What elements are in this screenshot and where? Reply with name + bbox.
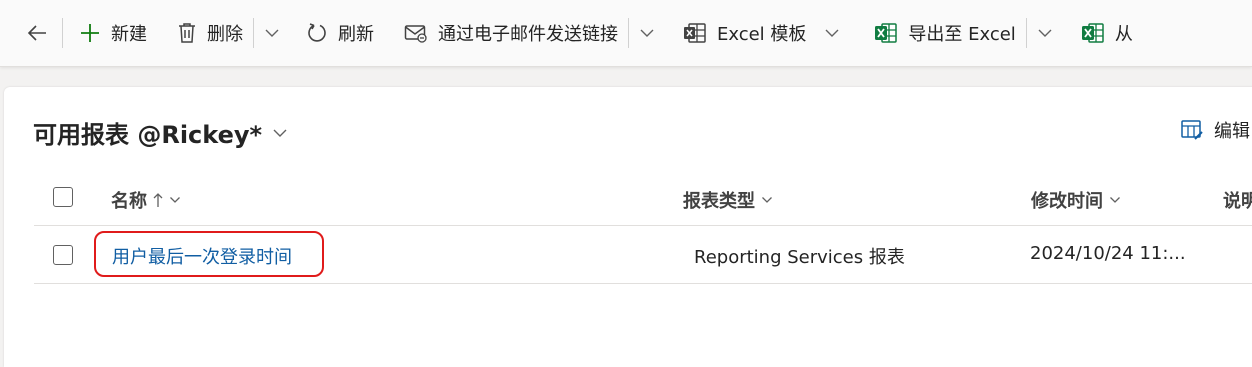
more-export-options-button[interactable] — [1027, 13, 1063, 53]
grid-header-row: 名称 报表类型 修改时间 说明 — [34, 173, 1252, 226]
excel-icon — [875, 23, 898, 43]
excel-template-label: Excel 模板 — [717, 24, 807, 45]
plus-icon — [81, 24, 99, 42]
back-button[interactable] — [0, 13, 62, 53]
chevron-down-icon — [762, 197, 772, 203]
column-header-label: 修改时间 — [1031, 191, 1103, 212]
back-arrow-icon — [27, 25, 46, 41]
excel-icon — [1081, 23, 1104, 43]
delete-label: 删除 — [207, 24, 243, 45]
chevron-down-icon — [825, 29, 839, 37]
column-header-name[interactable]: 名称 — [111, 187, 181, 213]
chevron-down-icon — [640, 29, 654, 37]
email-link-button[interactable]: 通过电子邮件发送链接 — [384, 13, 628, 53]
more-delete-options-button[interactable] — [254, 13, 290, 53]
edit-columns-icon — [1181, 120, 1203, 140]
modified-cell: 2024/10/24 11:... — [1030, 243, 1186, 264]
edit-columns-label: 编辑 — [1214, 121, 1250, 142]
new-button[interactable]: 新建 — [63, 13, 157, 53]
new-label: 新建 — [111, 24, 147, 45]
column-header-report-type[interactable]: 报表类型 — [683, 187, 773, 213]
chevron-down-icon — [170, 197, 180, 203]
delete-button[interactable]: 删除 — [157, 13, 253, 53]
import-from-excel-label: 从 — [1114, 24, 1133, 45]
column-header-description[interactable]: 说明 — [1223, 187, 1252, 213]
export-to-excel-label: 导出至 Excel — [908, 24, 1016, 45]
column-header-modified[interactable]: 修改时间 — [1031, 187, 1121, 213]
view-title: 可用报表 @Rickey* — [33, 121, 263, 149]
excel-template-button[interactable]: Excel 模板 — [665, 13, 850, 53]
sort-ascending-icon — [153, 193, 163, 207]
more-email-options-button[interactable] — [629, 13, 665, 53]
refresh-icon — [308, 23, 326, 42]
report-list-panel: 可用报表 @Rickey* 编辑 名称 报表类型 修改时间 说明 用户最后一次登… — [4, 87, 1252, 367]
row-select-checkbox[interactable] — [53, 245, 73, 265]
select-all-checkbox[interactable] — [53, 187, 73, 207]
column-header-label: 说明 — [1223, 191, 1252, 212]
import-from-excel-button[interactable]: 从 — [1063, 13, 1143, 53]
chevron-down-icon — [1038, 29, 1052, 37]
trash-icon — [179, 23, 195, 43]
refresh-button[interactable]: 刷新 — [290, 13, 384, 53]
chevron-down-icon — [273, 129, 287, 137]
view-selector[interactable]: 可用报表 @Rickey* — [33, 115, 288, 150]
report-type-cell: Reporting Services 报表 — [694, 247, 905, 268]
chevron-down-icon — [1110, 197, 1120, 203]
excel-template-icon — [684, 23, 706, 43]
command-bar: 新建 删除 刷新 通过电子邮件发送链接 Excel 模板 导出至 Excel 从 — [0, 0, 1252, 67]
table-row[interactable]: 用户最后一次登录时间 Reporting Services 报表 2024/10… — [34, 227, 1252, 284]
column-header-label: 报表类型 — [683, 191, 755, 212]
email-link-label: 通过电子邮件发送链接 — [438, 24, 618, 45]
export-to-excel-button[interactable]: 导出至 Excel — [850, 13, 1025, 53]
column-header-label: 名称 — [111, 191, 147, 212]
report-name-link[interactable]: 用户最后一次登录时间 — [112, 243, 292, 269]
edit-columns-button[interactable]: 编辑 — [1180, 117, 1250, 143]
chevron-down-icon — [265, 29, 279, 37]
refresh-label: 刷新 — [338, 24, 374, 45]
email-link-icon — [404, 25, 427, 43]
